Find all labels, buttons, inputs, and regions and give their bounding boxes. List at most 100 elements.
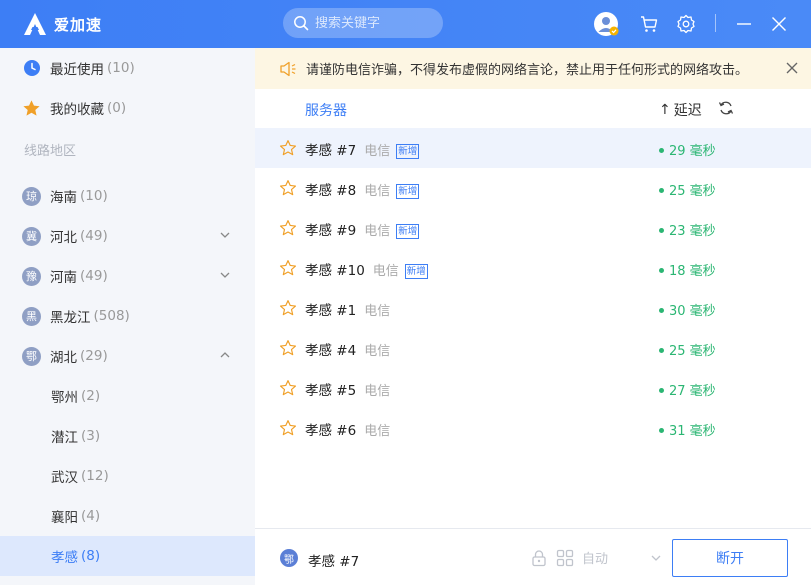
sidebar-item-count: (29) — [80, 348, 108, 364]
settings-button[interactable] — [673, 11, 699, 37]
section-title: 线路地区 — [24, 144, 77, 159]
star-outline-icon[interactable] — [279, 419, 297, 437]
mode-selector[interactable]: 自动 — [530, 548, 662, 567]
chevron-down-icon[interactable] — [650, 552, 662, 564]
sidebar-item-count: (12) — [81, 468, 109, 484]
latency-cell: 27 毫秒 — [659, 380, 716, 399]
server-name: 孝感 #7 — [305, 143, 357, 159]
chevron-down-icon[interactable] — [219, 269, 231, 281]
new-tag: 新增 — [396, 144, 420, 159]
grid-icon — [556, 549, 574, 566]
notice-text: 请谨防电信诈骗，不得发布虚假的网络言论，禁止用于任何形式的网络攻击。 — [306, 63, 749, 78]
sidebar-item-region[interactable]: 黑 黑龙江 (508) — [0, 296, 255, 336]
server-name: 孝感 #6 — [305, 423, 357, 439]
region-badge: 冀 — [22, 226, 41, 246]
sidebar-subitem[interactable]: 鄂州 (2) — [0, 376, 255, 416]
server-name-cell: 孝感 #9 电信 新增 — [305, 219, 420, 239]
sidebar-item-label: 海南 — [50, 190, 77, 206]
close-button[interactable] — [766, 11, 792, 37]
sidebar-subitem[interactable]: 襄阳 (4) — [0, 496, 255, 536]
sidebar-item-region[interactable]: 豫 河南 (49) — [0, 256, 255, 296]
sidebar-item-label: 襄阳 — [51, 510, 78, 526]
sidebar-subitem[interactable]: 武汉 (12) — [0, 456, 255, 496]
star-outline-icon[interactable] — [279, 339, 297, 357]
chevron-down-icon[interactable] — [219, 229, 231, 241]
region-badge: 豫 — [22, 266, 41, 286]
status-dot — [659, 428, 664, 433]
sidebar-subitem[interactable]: 潜江 (3) — [0, 416, 255, 456]
sidebar-subitem-active[interactable]: 孝感 (8) — [0, 536, 255, 576]
lock-icon[interactable] — [530, 549, 548, 567]
sidebar-item-label: 最近使用 — [50, 62, 104, 78]
title-bar: 爱加速 — [0, 0, 811, 48]
close-icon[interactable] — [785, 61, 799, 75]
sidebar-item-region[interactable]: 冀 河北 (49) — [0, 216, 255, 256]
close-icon — [772, 17, 786, 31]
status-dot — [659, 268, 664, 273]
server-row[interactable]: 孝感 #5 电信 27 毫秒 — [255, 368, 811, 408]
server-isp: 电信 — [364, 224, 391, 239]
server-row[interactable]: 孝感 #7 电信 新增 29 毫秒 — [255, 128, 811, 168]
server-name: 孝感 #8 — [305, 183, 357, 199]
server-isp: 电信 — [364, 184, 391, 199]
region-badge: 琼 — [22, 186, 41, 206]
avatar[interactable] — [593, 11, 619, 37]
server-row[interactable]: 孝感 #10 电信 新增 18 毫秒 — [255, 248, 811, 288]
sidebar-item-region[interactable]: 琼 海南 (10) — [0, 176, 255, 216]
logo-icon — [24, 13, 46, 35]
sidebar-item-label: 湖北 — [50, 350, 77, 366]
server-name-cell: 孝感 #8 电信 新增 — [305, 179, 420, 199]
sidebar-item-label: 潜江 — [51, 430, 78, 446]
star-outline-icon[interactable] — [279, 219, 297, 237]
server-row[interactable]: 孝感 #8 电信 新增 25 毫秒 — [255, 168, 811, 208]
latency-value: 30 毫秒 — [669, 304, 716, 319]
cart-icon — [641, 16, 658, 32]
new-tag: 新增 — [404, 264, 428, 279]
star-outline-icon[interactable] — [279, 179, 297, 197]
server-isp: 电信 — [372, 264, 399, 279]
server-isp: 电信 — [364, 304, 391, 319]
server-name-cell: 孝感 #10 电信 新增 — [305, 259, 428, 279]
column-latency-label: 延迟 — [673, 103, 702, 119]
server-name: 孝感 #4 — [305, 343, 357, 359]
column-latency[interactable]: ↑ 延迟 — [659, 100, 702, 120]
disconnect-button[interactable]: 断开 — [672, 539, 788, 577]
star-outline-icon[interactable] — [279, 299, 297, 317]
latency-value: 29 毫秒 — [669, 144, 716, 159]
refresh-icon[interactable] — [718, 100, 734, 116]
sidebar-item-favorites[interactable]: 我的收藏 (0) — [0, 88, 255, 128]
server-row[interactable]: 孝感 #6 电信 31 毫秒 — [255, 408, 811, 448]
sidebar-item-recent[interactable]: 最近使用 (10) — [0, 48, 255, 88]
search-box[interactable] — [283, 8, 443, 38]
sidebar-item-region[interactable]: 鄂 湖北 (29) — [0, 336, 255, 376]
server-row[interactable]: 孝感 #1 电信 30 毫秒 — [255, 288, 811, 328]
sidebar-item-count: (8) — [81, 548, 101, 564]
server-isp: 电信 — [364, 384, 391, 399]
server-name-cell: 孝感 #1 电信 — [305, 299, 390, 319]
status-dot — [659, 348, 664, 353]
status-dot — [659, 148, 664, 153]
sidebar-item-count: (10) — [107, 60, 135, 76]
latency-value: 23 毫秒 — [669, 224, 716, 239]
chevron-up-icon[interactable] — [219, 349, 231, 361]
latency-value: 25 毫秒 — [669, 344, 716, 359]
sidebar-item-count: (10) — [80, 188, 108, 204]
minimize-icon — [737, 23, 751, 25]
region-badge: 鄂 — [22, 346, 41, 366]
search-input[interactable] — [315, 15, 435, 31]
column-server[interactable]: 服务器 — [305, 100, 347, 120]
star-outline-icon[interactable] — [279, 259, 297, 277]
server-name: 孝感 #1 — [305, 303, 357, 319]
sidebar-item-count: (508) — [93, 308, 130, 324]
cart-button[interactable] — [636, 11, 662, 37]
clock-icon — [22, 59, 41, 78]
star-outline-icon[interactable] — [279, 379, 297, 397]
server-list-header: 服务器 ↑ 延迟 — [255, 89, 811, 128]
server-row[interactable]: 孝感 #9 电信 新增 23 毫秒 — [255, 208, 811, 248]
star-outline-icon[interactable] — [279, 139, 297, 157]
server-row[interactable]: 孝感 #4 电信 25 毫秒 — [255, 328, 811, 368]
sort-arrow-icon: ↑ — [659, 102, 671, 118]
minimize-button[interactable] — [731, 11, 757, 37]
speaker-icon — [280, 61, 296, 76]
app-logo: 爱加速 — [22, 11, 102, 37]
